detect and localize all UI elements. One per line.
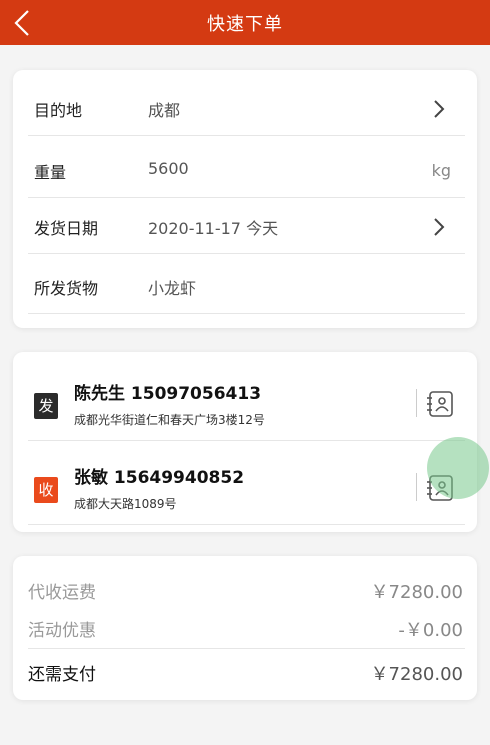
receiver-badge: 收 <box>34 477 58 503</box>
discount-row: 活动优惠 -￥0.00 <box>28 604 465 646</box>
goods-row[interactable]: 所发货物 小龙虾 <box>28 258 465 314</box>
destination-row[interactable]: 目的地 成都 <box>28 80 465 136</box>
sender-badge: 发 <box>34 393 58 419</box>
order-info-card: 目的地 成都 重量 5600 kg 发货日期 2020-11-17 今天 所发货… <box>13 70 477 328</box>
ship-date-row[interactable]: 发货日期 2020-11-17 今天 <box>28 198 465 254</box>
sender-contact[interactable]: 发 陈先生 15097056413 成都光华街道仁和春天广场3楼12号 <box>28 357 465 441</box>
sender-name: 陈先生 15097056413 <box>74 384 262 404</box>
weight-input[interactable]: 5600 <box>148 159 189 178</box>
amount-due-label: 还需支付 <box>28 665 96 685</box>
discount-label: 活动优惠 <box>28 621 96 641</box>
fee-summary-card: 代收运费 ￥7280.00 活动优惠 -￥0.00 还需支付 ￥7280.00 <box>13 556 477 700</box>
divider <box>416 389 417 417</box>
contacts-card: 发 陈先生 15097056413 成都光华街道仁和春天广场3楼12号 收 张敏… <box>13 352 477 532</box>
weight-label: 重量 <box>34 163 67 182</box>
destination-label: 目的地 <box>34 101 83 120</box>
weight-unit: kg <box>431 161 451 180</box>
ship-date-value: 2020-11-17 今天 <box>148 219 279 238</box>
ship-date-label: 发货日期 <box>34 219 99 238</box>
sender-address: 成都光华街道仁和春天广场3楼12号 <box>74 413 265 427</box>
collect-freight-label: 代收运费 <box>28 583 96 603</box>
address-book-icon[interactable] <box>425 389 455 419</box>
collect-freight-row: 代收运费 ￥7280.00 <box>28 566 465 608</box>
chevron-right-icon <box>434 100 445 118</box>
receiver-address: 成都大天路1089号 <box>74 497 177 511</box>
amount-due-row: 还需支付 ￥7280.00 <box>28 648 465 690</box>
chevron-right-icon <box>434 218 445 236</box>
collect-freight-value: ￥7280.00 <box>370 582 463 603</box>
top-app-bar: 快速下单 <box>0 0 490 45</box>
touch-indicator <box>427 437 489 499</box>
goods-value: 小龙虾 <box>148 279 197 298</box>
discount-value: -￥0.00 <box>398 620 463 641</box>
weight-row[interactable]: 重量 5600 kg <box>28 142 465 198</box>
divider <box>416 473 417 501</box>
receiver-contact[interactable]: 收 张敏 15649940852 成都大天路1089号 <box>28 441 465 525</box>
amount-due-value: ￥7280.00 <box>370 664 463 685</box>
destination-value: 成都 <box>148 101 181 120</box>
receiver-name: 张敏 15649940852 <box>74 468 245 488</box>
goods-label: 所发货物 <box>34 279 99 298</box>
page-title: 快速下单 <box>207 14 283 35</box>
